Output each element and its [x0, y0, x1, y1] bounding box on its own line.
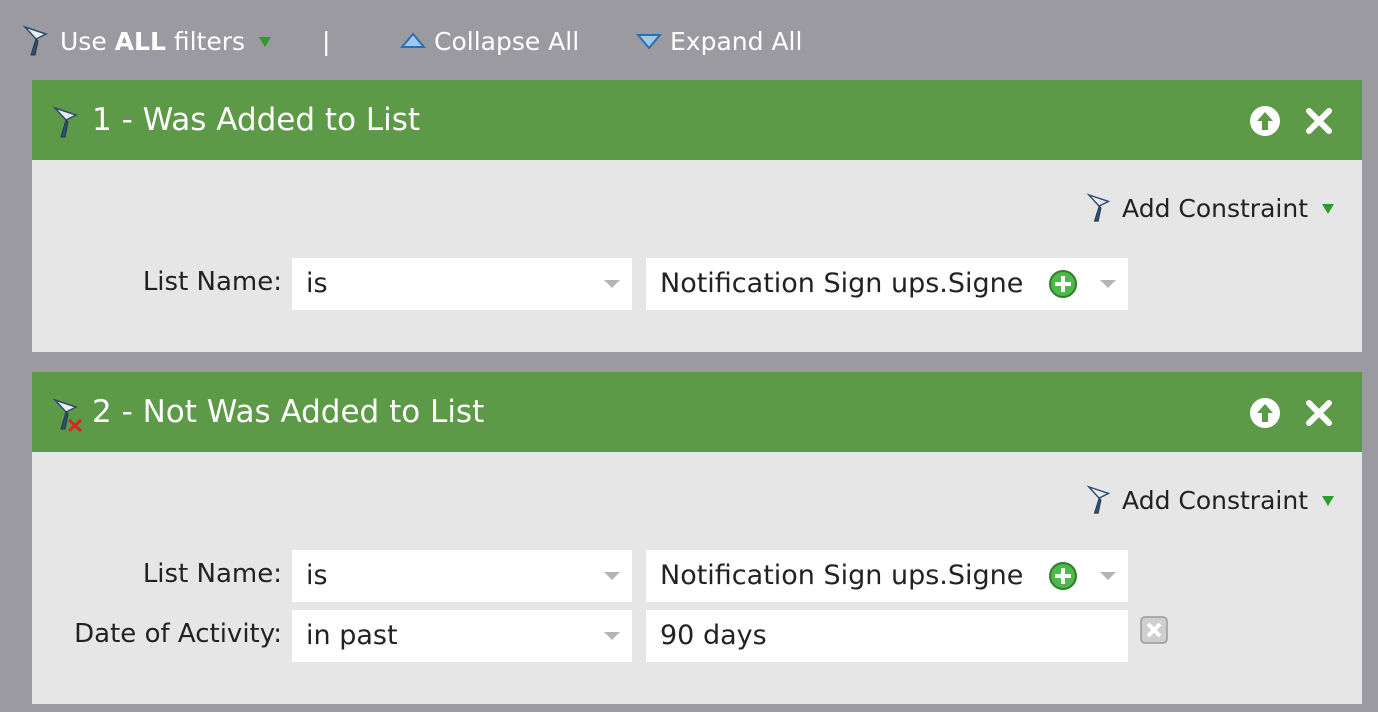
- row-label: List Name:: [142, 559, 282, 589]
- list-value-select[interactable]: Notification Sign ups.Signed U: [646, 258, 1128, 310]
- filter-card-header[interactable]: 1 - Was Added to List: [32, 80, 1362, 160]
- operator-value: in past: [306, 620, 398, 651]
- move-up-icon[interactable]: [1248, 396, 1282, 430]
- add-circle-icon[interactable]: [1048, 561, 1078, 591]
- date-value-text: 90 days: [660, 620, 767, 651]
- remove-constraint-icon[interactable]: [1140, 616, 1168, 644]
- funnel-icon: [22, 25, 48, 56]
- operator-value: is: [306, 268, 328, 299]
- operator-select[interactable]: in past: [292, 610, 632, 662]
- collapse-all-label: Collapse All: [434, 26, 580, 56]
- funnel-icon: [52, 106, 78, 138]
- operator-select[interactable]: is: [292, 258, 632, 310]
- row-label: Date of Activity:: [74, 619, 282, 649]
- add-constraint-button[interactable]: Add Constraint: [1086, 192, 1334, 224]
- funnel-icon: [1086, 485, 1111, 514]
- filter-title: 2 - Not Was Added to List: [92, 394, 485, 430]
- date-value-input[interactable]: 90 days: [646, 610, 1128, 662]
- use-bold: ALL: [114, 26, 166, 56]
- operator-select[interactable]: is: [292, 550, 632, 602]
- dropdown-triangle-icon: [1322, 496, 1334, 506]
- toolbar-separator: |: [322, 26, 331, 56]
- filter-card-body: Add Constraint List Name: is Notificatio…: [32, 160, 1362, 352]
- chevron-down-icon: [604, 632, 620, 640]
- expand-all-label: Expand All: [670, 26, 803, 56]
- collapse-all-button[interactable]: Collapse All: [400, 24, 579, 58]
- list-value-select[interactable]: Notification Sign ups.Signed U: [646, 550, 1128, 602]
- filter-card-1: 1 - Was Added to List Add Constraint Lis…: [32, 80, 1362, 352]
- chevron-down-icon: [1100, 280, 1116, 288]
- add-constraint-button[interactable]: Add Constraint: [1086, 484, 1334, 516]
- filter-card-body: Add Constraint List Name: is Notificatio…: [32, 452, 1362, 704]
- move-up-icon[interactable]: [1248, 104, 1282, 138]
- close-icon[interactable]: [1302, 104, 1336, 138]
- use-prefix: Use: [60, 26, 107, 56]
- add-circle-icon[interactable]: [1048, 269, 1078, 299]
- filter-card-2: 2 - Not Was Added to List Add Constraint…: [32, 372, 1362, 704]
- list-value-text: Notification Sign ups.Signed U: [660, 560, 1022, 591]
- use-suffix: filters: [173, 26, 246, 56]
- collapse-triangle-icon: [400, 32, 426, 48]
- expand-triangle-icon: [636, 34, 662, 50]
- use-all-filters-menu[interactable]: Use ALL filters: [22, 24, 272, 58]
- chevron-down-icon: [604, 572, 620, 580]
- expand-all-button[interactable]: Expand All: [636, 24, 802, 58]
- operator-value: is: [306, 560, 328, 591]
- funnel-negated-icon: [52, 398, 83, 432]
- funnel-icon: [1086, 193, 1111, 222]
- add-constraint-label: Add Constraint: [1122, 193, 1308, 223]
- close-icon[interactable]: [1302, 396, 1336, 430]
- chevron-down-icon: [1100, 572, 1116, 580]
- filter-toolbar: Use ALL filters | Collapse All Expand Al…: [0, 0, 1378, 80]
- add-constraint-label: Add Constraint: [1122, 485, 1308, 515]
- dropdown-triangle-icon: [1322, 204, 1334, 214]
- filter-title: 1 - Was Added to List: [92, 102, 421, 138]
- row-label: List Name:: [142, 267, 282, 297]
- chevron-down-icon: [604, 280, 620, 288]
- list-value-text: Notification Sign ups.Signed U: [660, 268, 1022, 299]
- dropdown-triangle-icon: [259, 37, 272, 47]
- filter-card-header[interactable]: 2 - Not Was Added to List: [32, 372, 1362, 452]
